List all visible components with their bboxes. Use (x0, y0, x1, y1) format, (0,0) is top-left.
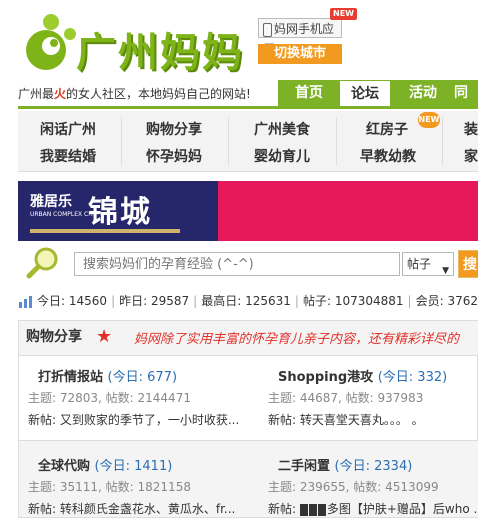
banner-brand-en: URBAN COMPLEX CITY (30, 211, 98, 218)
chevron-down-icon: ▼ (442, 266, 449, 276)
latest-prefix: 新帖: (268, 502, 300, 516)
divider (121, 117, 122, 165)
stats-posts-value: 107304881 (334, 294, 404, 308)
tagline-prefix: 广州最 (18, 87, 55, 101)
new-badge: NEW (418, 112, 440, 128)
forum-today-count: (今日: 332) (377, 370, 448, 385)
banner-diagonal (178, 181, 218, 241)
category-grid: 闲话广州 购物分享 广州美食 红房子 装 我要结婚 怀孕妈妈 婴幼育儿 早教幼教… (18, 111, 478, 172)
stats-yesterday-label: 昨日: (119, 294, 148, 308)
logo-text: 广州妈妈 (76, 30, 244, 76)
forum-name[interactable]: Shopping港攻 (278, 370, 373, 385)
category-link[interactable]: 婴幼育儿 (254, 146, 310, 166)
nav-underline (18, 106, 478, 109)
category-link[interactable]: 怀孕妈妈 (146, 146, 202, 166)
tab-more[interactable]: 同 (454, 80, 478, 106)
category-link[interactable]: 闲话广州 (40, 119, 96, 139)
forum-latest-post[interactable]: 新帖: 多图【护肤+赠品】后who ... (268, 500, 478, 517)
tagline-highlight: 火 (54, 87, 67, 101)
phone-icon (263, 22, 272, 37)
logo-mark-icon (26, 14, 76, 70)
forum-stats: 主题: 239655, 帖数: 4513099 (268, 480, 439, 494)
forum-latest-post[interactable]: 新帖: 又到败家的季节了，一小时收获... (28, 411, 238, 428)
divider (336, 117, 337, 165)
forum-item[interactable]: 打折情报站 (今日: 677) (38, 366, 177, 385)
forum-item[interactable]: 二手闲置 (今日: 2334) (278, 455, 412, 474)
stats-members-label: 会员: (415, 294, 444, 308)
switch-city-button[interactable]: 切换城市 (258, 44, 342, 64)
redacted-block (308, 503, 317, 516)
forum-stats: 主题: 72803, 帖数: 2144471 (28, 391, 191, 405)
divider (228, 117, 229, 165)
stats-today-label: 今日: (37, 294, 66, 308)
forum-stats: 主题: 44687, 帖数: 937983 (268, 391, 424, 405)
tab-home[interactable]: 首页 (284, 80, 334, 106)
star-icon: ★ (96, 326, 113, 347)
search-icon (26, 247, 58, 279)
banner-brand-big: 锦城 (88, 195, 152, 230)
stats-posts-label: 帖子: (302, 294, 331, 308)
forum-stats-bar: 今日: 14560 | 昨日: 29587 | 最高日: 125631 | 帖子: 1073… (18, 292, 478, 310)
category-link[interactable]: 装 (464, 119, 478, 139)
banner-brand-small: 雅居乐 (30, 194, 72, 210)
forum-latest-post[interactable]: 新帖: 转科颜氏金盏花水、黄瓜水、fr... (28, 500, 246, 517)
tab-forum[interactable]: 论坛 (340, 81, 390, 106)
section-title[interactable]: 购物分享 (26, 326, 82, 346)
new-badge: NEW (330, 8, 357, 20)
forum-today-count: (今日: 677) (107, 370, 178, 385)
search-button[interactable]: 搜 (458, 250, 478, 278)
category-link[interactable]: 早教幼教 (360, 146, 416, 166)
forum-today-count: (今日: 2334) (334, 459, 413, 474)
search-input[interactable] (74, 252, 400, 276)
divider (19, 440, 478, 441)
banner-strip (30, 229, 180, 233)
search-type-value: 帖子 (407, 257, 432, 271)
section-promo: 妈网除了实用丰富的怀孕育儿亲子内容，还有精彩详尽的 (134, 332, 460, 347)
stats-max-label: 最高日: (201, 294, 242, 308)
banner-pink-panel (198, 181, 478, 241)
latest-suffix: 多图【护肤+赠品】后who ... (326, 502, 478, 516)
search-type-select[interactable]: 帖子 ▼ (402, 252, 454, 276)
forum-today-count: (今日: 1411) (94, 459, 173, 474)
redacted-block (317, 503, 326, 516)
redacted-block (299, 503, 308, 516)
main-nav: 首页 论坛 活动 同 (278, 80, 478, 106)
site-logo[interactable]: 广州妈妈 (18, 12, 248, 76)
forum-name[interactable]: 二手闲置 (278, 459, 330, 474)
divider (442, 117, 443, 165)
forum-name[interactable]: 全球代购 (38, 459, 90, 474)
category-link[interactable]: 广州美食 (254, 119, 310, 139)
forum-stats: 主题: 35111, 帖数: 1821158 (28, 480, 191, 494)
category-link[interactable]: 我要结婚 (40, 146, 96, 166)
tagline-suffix: 的女人社区，本地妈妈自己的网站! (66, 87, 251, 101)
forum-item[interactable]: Shopping港攻 (今日: 332) (278, 366, 447, 385)
category-link[interactable]: 家 (464, 146, 478, 166)
stats-chart-icon (19, 295, 32, 308)
stats-yesterday-value: 29587 (150, 294, 190, 308)
stats-members-value: 376265 (447, 294, 478, 308)
tab-events[interactable]: 活动 (398, 80, 448, 106)
ad-banner[interactable]: 雅居乐 锦城 URBAN COMPLEX CITY (18, 181, 478, 241)
forum-item[interactable]: 全球代购 (今日: 1411) (38, 455, 172, 474)
category-link[interactable]: 红房子 (366, 119, 408, 139)
forum-latest-post[interactable]: 新帖: 转天喜堂天喜丸。。。 。 (268, 411, 476, 428)
site-tagline: 广州最火的女人社区，本地妈妈自己的网站! (18, 84, 272, 104)
stats-today-value: 14560 (68, 294, 108, 308)
category-link[interactable]: 购物分享 (146, 119, 202, 139)
mobile-app-link[interactable]: 妈网手机应用 (258, 18, 342, 56)
stats-max-value: 125631 (245, 294, 291, 308)
forum-name[interactable]: 打折情报站 (38, 370, 103, 385)
